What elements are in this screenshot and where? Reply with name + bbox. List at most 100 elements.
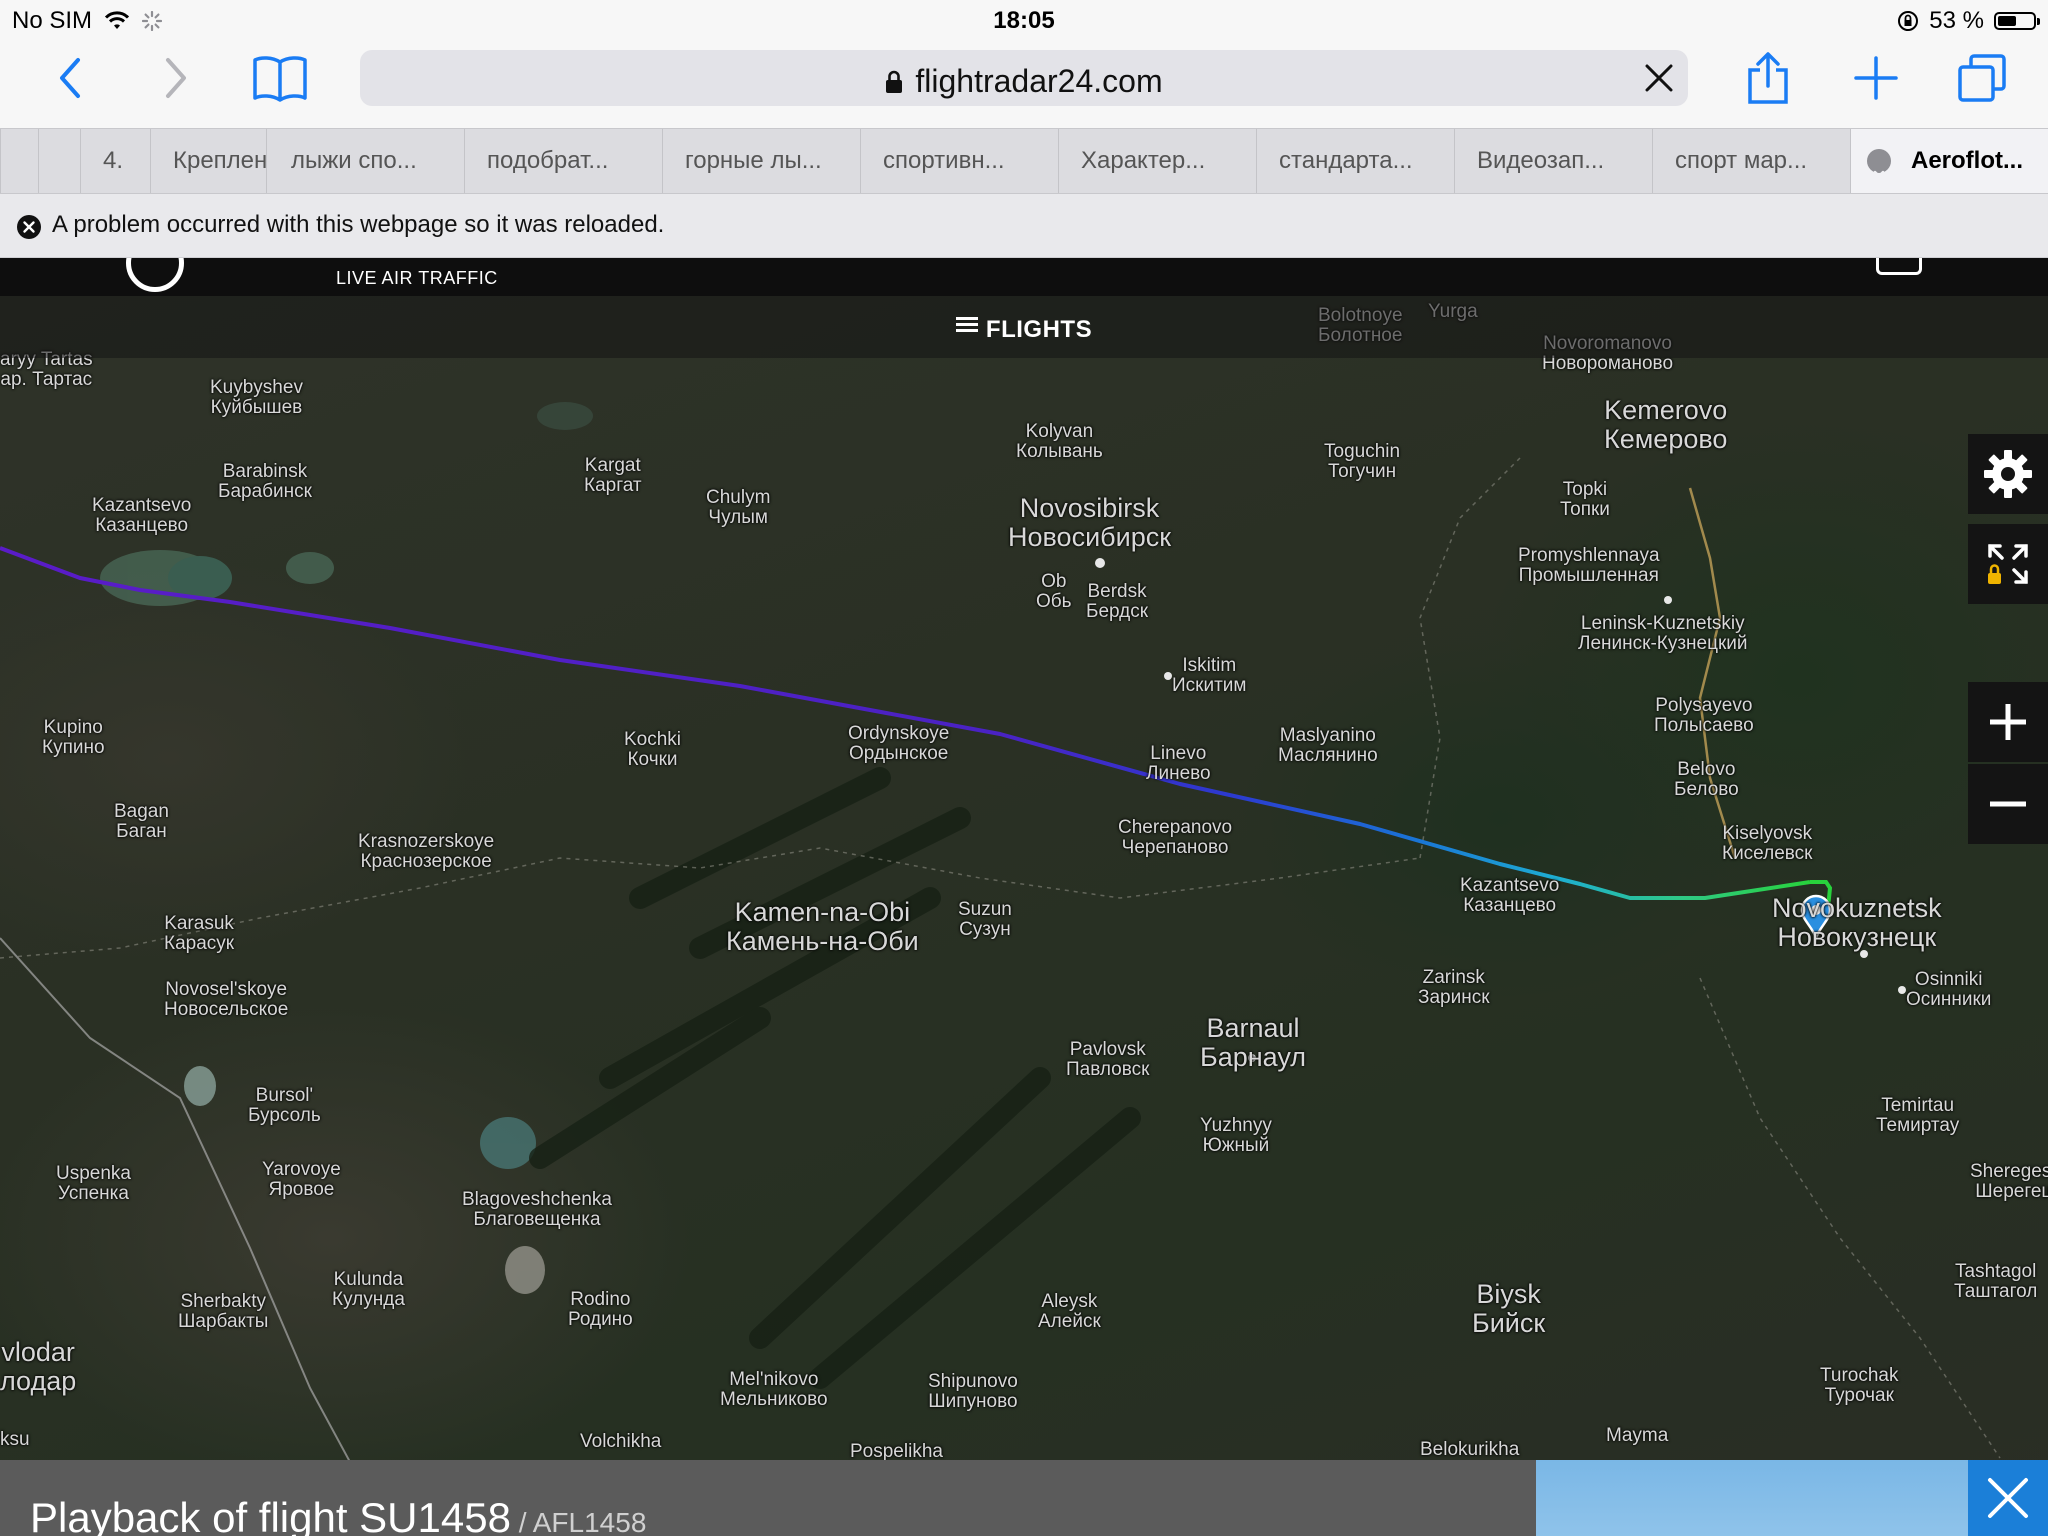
city-name-ru: Заринск	[1418, 987, 1490, 1008]
new-tab-button[interactable]	[1846, 48, 1906, 108]
close-playback-button[interactable]	[1968, 1460, 2048, 1536]
city-name-en: Ob	[1041, 571, 1067, 592]
tab[interactable]	[0, 129, 38, 193]
battery-percent: 53 %	[1929, 7, 1984, 34]
city-name-ru: Киселевск	[1722, 843, 1813, 864]
city-name-ru: лодар	[0, 1366, 77, 1396]
tab[interactable]: подобрат...	[464, 129, 662, 193]
city-name-ru: Новосибирск	[1008, 522, 1172, 552]
city-label: Kolyvan Колывань	[1016, 422, 1103, 462]
city-name-en: Kuybyshev	[210, 377, 303, 398]
tab[interactable]: Характер...	[1058, 129, 1256, 193]
city-name-en: Karasuk	[164, 913, 234, 934]
back-button[interactable]	[40, 48, 100, 108]
city-label: Volchikha	[580, 1432, 661, 1452]
tab[interactable]	[38, 129, 80, 193]
city-label: Mayma	[1606, 1426, 1668, 1446]
city-label: Novosibirsk Новосибирск	[1008, 494, 1171, 552]
region-borders	[0, 457, 2001, 1459]
fullscreen-button[interactable]	[1968, 524, 2048, 604]
city-label: Toguchin Тогучин	[1324, 442, 1400, 482]
playback-panel: Playback of flight SU1458 / AFL1458	[0, 1460, 2048, 1536]
city-name-ru: Карасук	[164, 933, 235, 954]
city-label: Novosel'skoye Новосельское	[164, 980, 288, 1020]
city-name-en: Kargat	[584, 455, 641, 476]
flights-menu-button[interactable]: FLIGHTS	[0, 314, 2048, 344]
flights-menu-bar: FLIGHTS	[0, 296, 2048, 358]
aircraft-photo[interactable]	[1536, 1460, 1968, 1536]
city-name-ru: Колывань	[1016, 441, 1103, 462]
city-name-en: Ordynskoye	[848, 723, 950, 744]
city-name-ru: Шерегеш	[1975, 1181, 2048, 1202]
dismiss-notice-icon[interactable]	[16, 214, 42, 240]
address-bar[interactable]: flightradar24.com	[360, 50, 1688, 106]
clear-icon[interactable]	[1644, 63, 1674, 93]
zoom-in-button[interactable]	[1968, 682, 2048, 762]
tab-label: Характер...	[1081, 147, 1206, 174]
city-name-en: Blagoveshchenka	[462, 1189, 612, 1210]
city-name-en: Kiselyovsk	[1722, 823, 1813, 844]
city-label: Barnaul Барнаул	[1200, 1014, 1306, 1072]
close-icon	[1988, 1478, 2028, 1518]
city-name-en: Toguchin	[1324, 441, 1401, 462]
forward-button[interactable]	[146, 48, 206, 108]
tab-active[interactable]: Aeroflot...	[1850, 129, 2048, 193]
city-label: Kulunda Кулунда	[332, 1270, 405, 1310]
user-icon[interactable]	[1876, 258, 1922, 275]
settings-icon	[1984, 450, 2032, 498]
city-label: vlodar лодар	[0, 1338, 76, 1396]
tabs-overview-button[interactable]	[1952, 48, 2012, 108]
city-name-ru: Бийск	[1472, 1308, 1546, 1338]
city-label: Belovo Белово	[1674, 760, 1739, 800]
city-name-en: Aleysk	[1041, 1291, 1098, 1312]
city-name-en: Bagan	[114, 801, 169, 822]
logo-icon[interactable]	[126, 258, 184, 292]
city-label: Novokuznetsk Новокузнецк	[1772, 894, 1942, 952]
city-name-en: Uspenka	[56, 1163, 131, 1184]
back-icon	[60, 58, 80, 98]
tab[interactable]: Креплен	[150, 129, 266, 193]
tab[interactable]: Видеозап...	[1454, 129, 1652, 193]
zoom-out-button[interactable]	[1968, 764, 2048, 844]
city-name-ru: Шарбакты	[178, 1311, 269, 1332]
city-name-en: Tashtagol	[1955, 1261, 2037, 1282]
city-label: Leninsk-Kuznetskiy Ленинск-Кузнецкий	[1578, 614, 1748, 654]
tab-close-icon[interactable]	[1867, 149, 1891, 182]
city-name-en: Volchikha	[580, 1431, 662, 1452]
flightradar-page: aryy Tartas ар. Тартас Kuybyshev Куйбышев Ba…	[0, 258, 2048, 1536]
city-label: Yuzhnyy Южный	[1200, 1116, 1272, 1156]
tab[interactable]: спорт мар...	[1652, 129, 1850, 193]
city-label: Promyshlennaya Промышленная	[1518, 546, 1660, 586]
city-name-ru: Ордынское	[849, 743, 949, 764]
city-label: Kazantsevo Казанцево	[92, 496, 191, 536]
city-name-ru: Маслянино	[1278, 745, 1378, 766]
city-label: Kargat Каргат	[584, 456, 642, 496]
city-name-en: Berdsk	[1087, 581, 1147, 602]
settings-button[interactable]	[1968, 434, 2048, 514]
share-button[interactable]	[1738, 48, 1798, 108]
tab[interactable]: стандарта...	[1256, 129, 1454, 193]
city-label: Kemerovo Кемерово	[1604, 396, 1727, 454]
tab[interactable]: горные лы...	[662, 129, 860, 193]
bookmarks-button[interactable]	[250, 48, 310, 108]
city-name-en: Leninsk-Kuznetskiy	[1580, 613, 1745, 634]
city-name-ru: Черепаново	[1121, 837, 1229, 858]
tab[interactable]: спортивн...	[860, 129, 1058, 193]
city-name-ru: Линево	[1146, 763, 1211, 784]
city-name-en: Kochki	[624, 729, 682, 750]
browser-toolbar: flightradar24.com	[0, 40, 2048, 128]
city-name-en: Krasnozerskoye	[358, 831, 495, 852]
city-name-ru: Новокузнецк	[1777, 922, 1937, 952]
city-name-ru: Баган	[116, 821, 167, 842]
reload-notice: A problem occurred with this webpage so …	[0, 194, 2048, 258]
playback-flight: Playback of flight SU1458	[30, 1494, 511, 1536]
city-label: Barabinsk Барабинск	[218, 462, 312, 502]
city-name-en: Kulunda	[333, 1269, 404, 1290]
city-label: Yarovoye Яровое	[262, 1160, 341, 1200]
city-label: SheregeshШерегеш	[1970, 1162, 2048, 1202]
city-name-en: Sheregesh	[1970, 1161, 2048, 1182]
tab[interactable]: лыжи спо...	[266, 129, 464, 193]
tab-label: спортивн...	[883, 147, 1005, 174]
city-name-ru: Шипуново	[928, 1391, 1018, 1412]
city-name-ru: Кулунда	[332, 1289, 405, 1310]
